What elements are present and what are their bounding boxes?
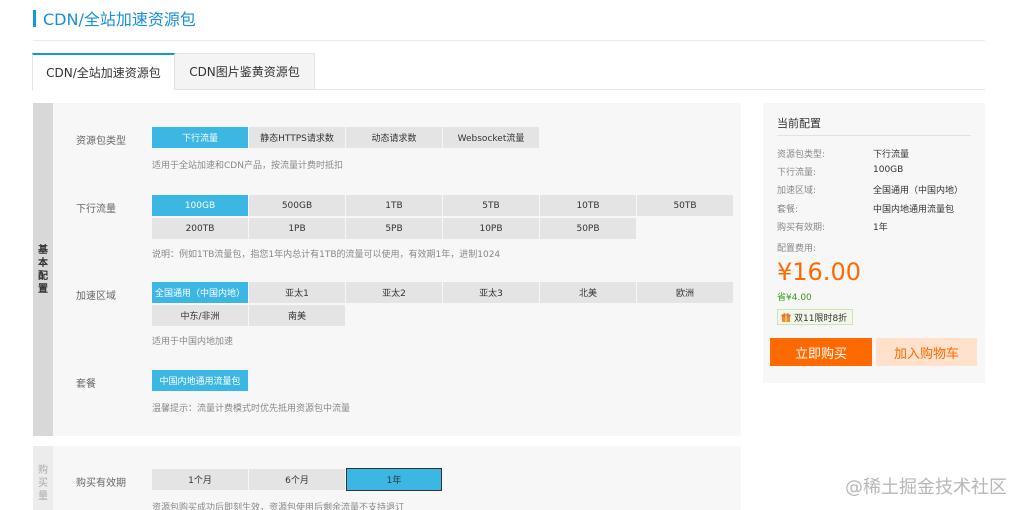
config-value-bundle: 中国内地通用流量包 (873, 205, 955, 215)
side-char: 购 (38, 465, 48, 476)
current-config-panel: 当前配置 资源包类型: 下行流量 下行流量: 100GB 加速区域: 全国通用（… (763, 103, 985, 383)
add-to-cart-button[interactable]: 加入购物车 (876, 338, 977, 366)
side-char: 本 (38, 257, 48, 269)
option-downstream-10tb[interactable]: 10TB (540, 195, 636, 216)
option-package-websocket[interactable]: Websocket流量 (443, 127, 539, 148)
side-char: 量 (38, 491, 48, 502)
side-char: 买 (38, 478, 48, 489)
option-region-apac3[interactable]: 亚太3 (443, 282, 539, 303)
gift-icon (781, 313, 791, 322)
purchase-side-label: 购 买 量 (33, 446, 53, 510)
package-type-label: 资源包类型 (76, 136, 126, 147)
option-package-dynamic[interactable]: 动态请求数 (346, 127, 442, 148)
side-char: 置 (38, 283, 48, 295)
option-region-mainland[interactable]: 全国通用（中国内地） (152, 282, 248, 303)
config-key-bundle: 套餐: (777, 205, 799, 215)
option-downstream-1pb[interactable]: 1PB (249, 218, 345, 239)
basic-config-side-label: 基 本 配 置 (33, 103, 53, 436)
config-value-downstream: 100GB (873, 165, 904, 175)
bundle-label: 套餐 (76, 379, 96, 390)
side-char: 配 (38, 270, 48, 282)
tab-image-review-package[interactable]: CDN图片鉴黄资源包 (175, 53, 315, 90)
option-downstream-50tb[interactable]: 50TB (637, 195, 733, 216)
tab-cdn-package[interactable]: CDN/全站加速资源包 (32, 53, 175, 90)
option-package-downstream[interactable]: 下行流量 (152, 127, 248, 148)
option-downstream-500gb[interactable]: 500GB (249, 195, 345, 216)
watermark: @稀土掘金技术社区 (845, 477, 1007, 498)
config-key-package-type: 资源包类型: (777, 150, 826, 160)
title-divider (33, 40, 985, 41)
page-title-text: CDN/全站加速资源包 (43, 10, 196, 29)
option-region-middle-east-africa[interactable]: 中东/非洲 (152, 305, 248, 326)
option-validity-6-months[interactable]: 6个月 (249, 469, 345, 490)
config-divider (777, 135, 971, 136)
config-fee-label: 配置费用: (777, 244, 817, 254)
config-key-validity: 购买有效期: (777, 223, 826, 233)
promo-text: 双11限时8折 (794, 313, 848, 324)
config-price: ¥16.00 (777, 258, 861, 286)
side-char: 基 (38, 244, 48, 256)
downstream-hint: 说明：例如1TB流量包，指您1年内总计有1TB的流量可以使用，有效期1年，进制1… (152, 250, 501, 260)
option-bundle-mainland-traffic[interactable]: 中国内地通用流量包 (152, 370, 248, 391)
config-value-region: 全国通用（中国内地） (873, 186, 964, 196)
tabs-divider (175, 89, 985, 90)
option-downstream-10pb[interactable]: 10PB (443, 218, 539, 239)
region-label: 加速区域 (76, 291, 116, 302)
buy-now-button[interactable]: 立即购买 (770, 338, 872, 366)
region-hint: 适用于中国内地加速 (152, 337, 234, 347)
option-region-south-america[interactable]: 南美 (249, 305, 345, 326)
option-downstream-5tb[interactable]: 5TB (443, 195, 539, 216)
option-downstream-50pb[interactable]: 50PB (540, 218, 636, 239)
option-region-north-america[interactable]: 北美 (540, 282, 636, 303)
downstream-label: 下行流量 (76, 204, 116, 215)
package-type-hint: 适用于全站加速和CDN产品，按流量计费时抵扣 (152, 161, 343, 171)
option-validity-1-year[interactable]: 1年 (346, 468, 442, 491)
option-downstream-5pb[interactable]: 5PB (346, 218, 442, 239)
basic-config-section: 基 本 配 置 (33, 103, 741, 436)
validity-label: 购买有效期 (76, 478, 126, 489)
page-title: CDN/全站加速资源包 (33, 8, 196, 29)
validity-hint: 资源包购买成功后即刻生效，资源包使用后剩余流量不支持退订 (152, 503, 405, 510)
option-region-europe[interactable]: 欧洲 (637, 282, 733, 303)
promo-badge: 双11限时8折 (777, 309, 854, 325)
bundle-hint: 温馨提示：流量计费模式时优先抵用资源包中流量 (152, 404, 351, 414)
option-region-apac1[interactable]: 亚太1 (249, 282, 345, 303)
config-title: 当前配置 (777, 117, 821, 130)
config-value-package-type: 下行流量 (873, 150, 910, 160)
config-key-region: 加速区域: (777, 186, 817, 196)
option-downstream-200tb[interactable]: 200TB (152, 218, 248, 239)
option-validity-1-month[interactable]: 1个月 (152, 469, 248, 490)
config-key-downstream: 下行流量: (777, 168, 817, 178)
option-package-https[interactable]: 静态HTTPS请求数 (249, 127, 345, 148)
tab-bar: CDN/全站加速资源包 CDN图片鉴黄资源包 (32, 53, 315, 90)
option-downstream-1tb[interactable]: 1TB (346, 195, 442, 216)
title-accent-bar (33, 9, 36, 27)
config-value-validity: 1年 (873, 223, 888, 233)
option-region-apac2[interactable]: 亚太2 (346, 282, 442, 303)
config-saving: 省¥4.00 (777, 293, 812, 303)
option-downstream-100gb[interactable]: 100GB (152, 195, 248, 216)
